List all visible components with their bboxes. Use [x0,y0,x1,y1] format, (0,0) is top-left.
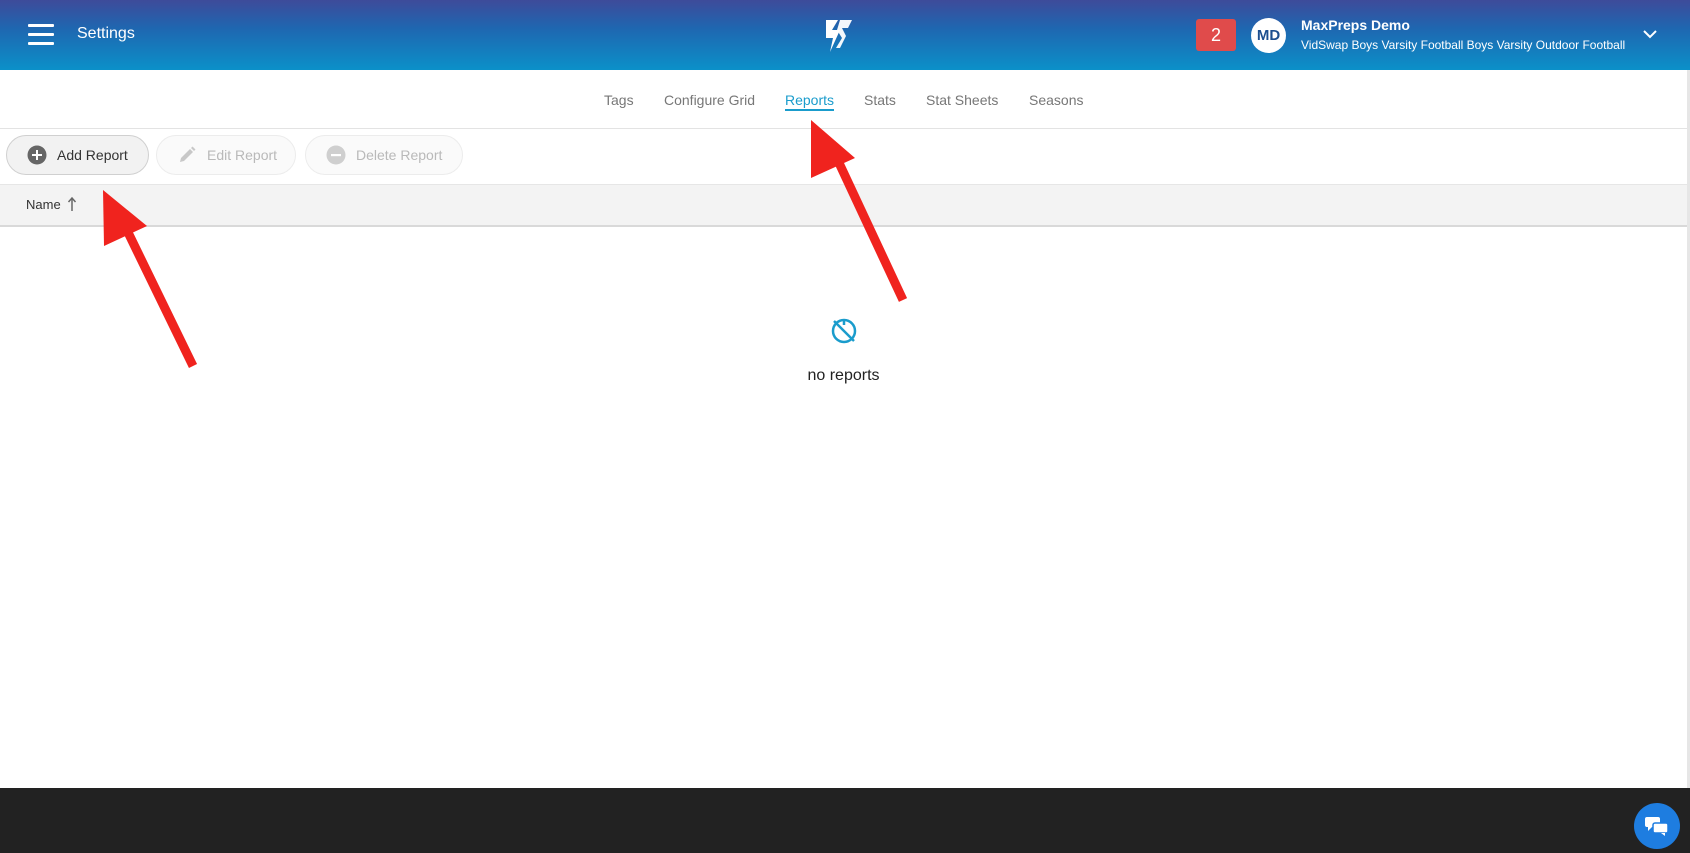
no-data-icon [831,318,857,344]
add-circle-icon [27,145,47,165]
tab-configure-grid[interactable]: Configure Grid [664,92,755,108]
hamburger-icon[interactable] [28,24,54,46]
empty-state-text: no reports [807,367,880,384]
chat-icon [1645,817,1669,836]
column-header-name[interactable]: Name [26,197,61,212]
user-name[interactable]: MaxPreps Demo [1301,17,1410,33]
page-title: Settings [77,25,135,42]
team-name[interactable]: VidSwap Boys Varsity Football Boys Varsi… [1301,38,1625,52]
app-root: Settings 2 MD MaxPreps Demo VidSwap Boys… [0,0,1690,853]
delete-report-button[interactable]: Delete Report [305,135,463,175]
sort-ascending-icon[interactable] [66,196,78,212]
add-report-label: Add Report [57,147,128,163]
settings-tabs: Tags Configure Grid Reports Stats Stat S… [0,70,1690,129]
footer-bar [0,788,1690,853]
tab-stats[interactable]: Stats [864,92,896,108]
remove-circle-icon [326,145,346,165]
top-header: Settings 2 MD MaxPreps Demo VidSwap Boys… [0,0,1690,70]
avatar[interactable]: MD [1251,18,1286,53]
pencil-icon [180,146,196,162]
reports-toolbar: Add Report Edit Report Delete Report [0,129,1690,184]
edit-report-button[interactable]: Edit Report [156,135,296,175]
chevron-down-icon[interactable] [1642,26,1658,42]
add-report-button[interactable]: Add Report [6,135,149,175]
notification-badge[interactable]: 2 [1196,19,1236,51]
tab-tags[interactable]: Tags [604,92,634,108]
tab-seasons[interactable]: Seasons [1029,92,1083,108]
tab-stat-sheets[interactable]: Stat Sheets [926,92,998,108]
reports-table-header: Name [0,184,1690,227]
chat-button[interactable] [1634,803,1680,849]
tab-reports[interactable]: Reports [785,92,835,111]
delete-report-label: Delete Report [356,147,443,163]
vidswap-logo[interactable] [818,16,858,56]
edit-report-label: Edit Report [207,147,278,163]
